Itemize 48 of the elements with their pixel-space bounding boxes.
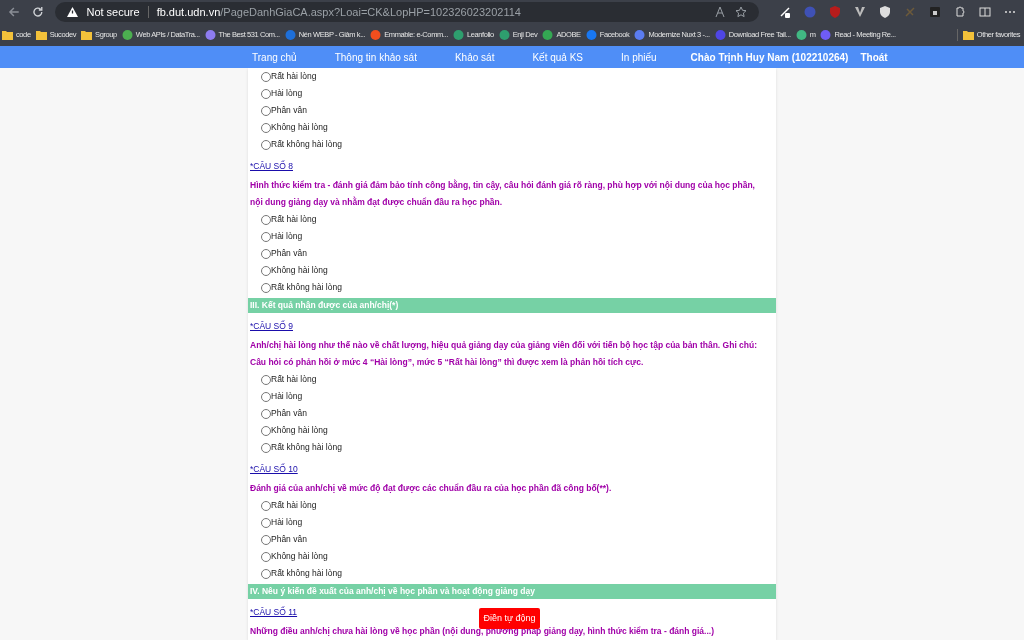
radio-option[interactable]: Hài lòng — [261, 85, 776, 102]
reload-icon[interactable] — [31, 6, 44, 18]
split-screen-icon[interactable] — [979, 6, 991, 18]
radio-option[interactable]: Không hài lòng — [261, 262, 776, 279]
radio-option[interactable]: Không hài lòng — [261, 119, 776, 136]
v-icon[interactable] — [854, 6, 866, 18]
radio-option[interactable]: Hài lòng — [261, 514, 776, 531]
radio-option[interactable]: Hài lòng — [261, 228, 776, 245]
folder-icon — [81, 30, 93, 40]
radio-option[interactable]: Hài lòng — [261, 388, 776, 405]
question-number-link[interactable]: *CÂU SỐ 11 — [250, 604, 298, 621]
question-text: Hình thức kiểm tra - đánh giá đảm bảo tính công bằng, tin cậy, câu hỏi đánh giá rõ ràng, phù hợp với nội dung của học phần, nội dung giảng dạy và nhằm đạt được chuẩn đầu ra học phần. — [250, 178, 756, 209]
radio-option[interactable]: Rất hài lòng — [261, 68, 776, 85]
radio-option[interactable]: Rất hài lòng — [261, 211, 776, 228]
radio-option[interactable]: Phân vân — [261, 102, 776, 119]
radio-option[interactable]: Phân vân — [261, 245, 776, 262]
question-number-link[interactable]: *CÂU SỐ 9 — [250, 318, 293, 335]
question-text: Đánh giá của anh/chị về mức độ đạt được các chuẩn đầu ra của học phần đã công bố(**). — [250, 482, 613, 495]
section-header: III. Kết quả nhận được của anh/chị(*) — [248, 298, 776, 313]
url-text: fb.dut.udn.vn/PageDanhGiaCA.aspx?Loai=CK&LopHP=102326023202114 — [156, 4, 521, 20]
read-aloud-icon[interactable] — [715, 6, 727, 18]
lock-icon[interactable] — [929, 6, 941, 18]
folder-icon — [2, 30, 13, 40]
question-number-link[interactable]: *CÂU SỐ 10 — [250, 461, 298, 478]
autofill-button[interactable]: Điền tự động — [479, 608, 540, 629]
radio-option[interactable]: Rất không hài lòng — [261, 136, 776, 153]
warning-icon — [67, 7, 79, 17]
star-icon[interactable] — [735, 6, 747, 18]
radio-option[interactable]: Rất hài lòng — [261, 371, 776, 388]
address-bar[interactable]: Not secure fb.dut.udn.vn/PageDanhGiaCA.aspx?Loai=CK&LopHP=102326023202114 — [55, 2, 759, 22]
question-number-link[interactable]: *CÂU SỐ 8 — [250, 158, 293, 175]
security-label: Not secure — [86, 4, 140, 20]
back-icon[interactable] — [8, 6, 20, 18]
radio-option[interactable]: Rất không hài lòng — [261, 439, 776, 456]
radio-option[interactable]: Không hài lòng — [261, 422, 776, 439]
section-header: IV. Nêu ý kiến đề xuất của anh/chị về học phần và hoạt động giảng dạy — [248, 584, 776, 599]
radio-option[interactable]: Phân vân — [261, 531, 776, 548]
question-text: Anh/chị hài lòng như thế nào về chất lượng, hiệu quả giảng dạy của giảng viên đối với tiến bộ học tập của bản thân. Ghi chú: Câu hỏi có phản hồi ở mức 4 “Hài lòng”, mức 5 “Rất hài lòng” thì được xem là phản hồi tích cực. — [250, 339, 759, 369]
radio-option[interactable]: Phân vân — [261, 405, 776, 422]
greeting-text: Chào Trịnh Huy Nam (102210264) — [690, 50, 849, 65]
shield-icon[interactable] — [879, 6, 891, 18]
folder-icon — [962, 30, 974, 40]
folder-icon — [35, 30, 47, 40]
radio-option[interactable]: Không hài lòng — [261, 548, 776, 565]
radio-option[interactable]: Rất không hài lòng — [261, 565, 776, 582]
radio-option[interactable]: Rất không hài lòng — [261, 279, 776, 296]
radio-option[interactable]: Rất hài lòng — [261, 497, 776, 514]
pen-icon[interactable] — [779, 6, 791, 18]
